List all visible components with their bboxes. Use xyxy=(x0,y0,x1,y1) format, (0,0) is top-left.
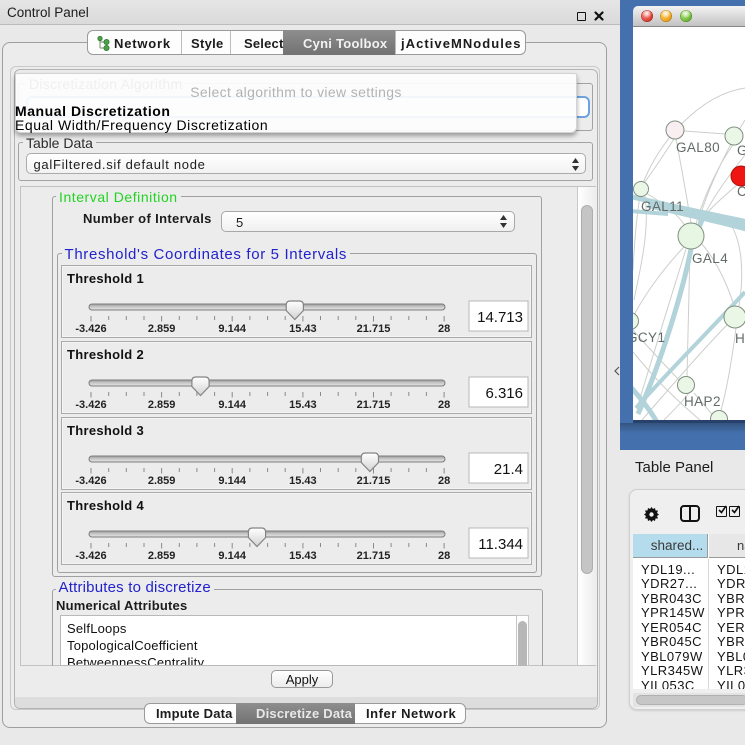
svg-text:15.43: 15.43 xyxy=(289,550,317,562)
svg-text:15.43: 15.43 xyxy=(289,475,317,487)
svg-text:GAL80: GAL80 xyxy=(676,140,720,155)
svg-text:HAP2: HAP2 xyxy=(684,394,721,409)
svg-text:21.715: 21.715 xyxy=(357,550,391,562)
svg-text:28: 28 xyxy=(438,550,450,562)
svg-text:21.715: 21.715 xyxy=(357,323,391,335)
svg-text:28: 28 xyxy=(438,399,450,411)
svg-text:Threshold 3: Threshold 3 xyxy=(67,423,144,438)
svg-text:Threshold 2: Threshold 2 xyxy=(67,347,144,362)
svg-text:GCY1: GCY1 xyxy=(633,330,665,345)
svg-text:11.344: 11.344 xyxy=(478,536,523,553)
svg-text:2.859: 2.859 xyxy=(148,475,176,487)
svg-text:GA: GA xyxy=(737,143,745,158)
svg-text:28: 28 xyxy=(438,323,450,335)
svg-text:H: H xyxy=(735,331,745,346)
svg-text:14.713: 14.713 xyxy=(477,309,523,326)
svg-text:C: C xyxy=(737,184,745,199)
svg-text:-3.426: -3.426 xyxy=(75,323,106,335)
svg-text:6.316: 6.316 xyxy=(485,385,523,402)
svg-text:Threshold 4: Threshold 4 xyxy=(67,498,144,513)
svg-text:15.43: 15.43 xyxy=(289,399,317,411)
svg-text:-3.426: -3.426 xyxy=(75,399,106,411)
svg-text:GAL4: GAL4 xyxy=(692,251,728,266)
svg-text:2.859: 2.859 xyxy=(148,399,176,411)
svg-text:21.715: 21.715 xyxy=(357,399,391,411)
svg-text:2.859: 2.859 xyxy=(148,550,176,562)
svg-text:9.144: 9.144 xyxy=(218,399,246,411)
svg-text:15.43: 15.43 xyxy=(289,323,317,335)
svg-text:-3.426: -3.426 xyxy=(75,475,106,487)
svg-text:9.144: 9.144 xyxy=(218,475,246,487)
svg-text:28: 28 xyxy=(438,475,450,487)
svg-text:2.859: 2.859 xyxy=(148,323,176,335)
svg-text:GAL11: GAL11 xyxy=(641,199,684,214)
svg-text:9.144: 9.144 xyxy=(218,323,246,335)
svg-text:21.4: 21.4 xyxy=(494,461,523,478)
svg-text:-3.426: -3.426 xyxy=(75,550,106,562)
svg-text:9.144: 9.144 xyxy=(218,550,246,562)
svg-text:Threshold 1: Threshold 1 xyxy=(67,271,144,286)
svg-text:21.715: 21.715 xyxy=(357,475,391,487)
